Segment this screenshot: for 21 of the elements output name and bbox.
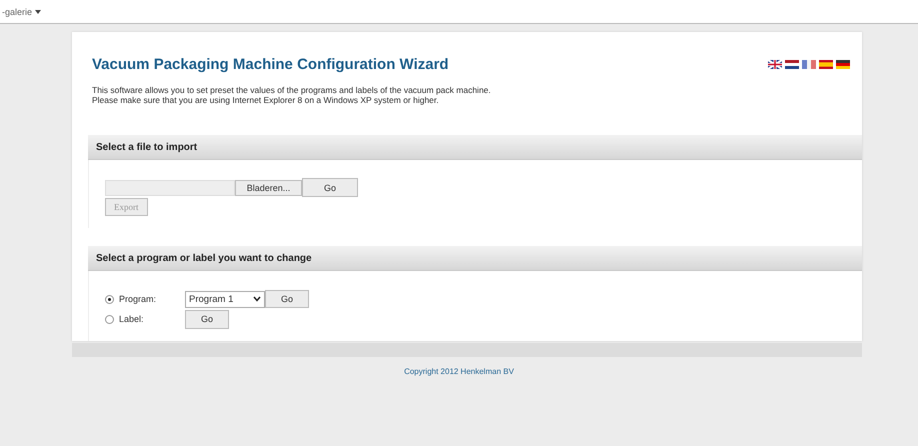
language-flag-icon[interactable] xyxy=(836,60,850,69)
language-flag-icon[interactable] xyxy=(785,60,799,69)
radio-button[interactable] xyxy=(105,314,114,324)
browse-button[interactable]: Bladeren... xyxy=(235,180,302,196)
language-flag-icon[interactable] xyxy=(768,60,782,69)
section-header: Select a file to import xyxy=(88,135,862,160)
radio-button[interactable] xyxy=(105,294,114,304)
option-label: Program: xyxy=(119,294,158,304)
option-label: Label: xyxy=(119,314,145,324)
gallery-menu[interactable]: -galerie xyxy=(2,6,42,16)
copyright-text: Copyright 2012 Henkelman BV xyxy=(404,367,514,376)
file-path-field[interactable] xyxy=(105,180,235,196)
section-header: Select a program or label you want to change xyxy=(88,246,862,271)
intro-text: This software allows you to set preset the values of the programs and labels of the vacuum pack machine. Please make sure that you are using Internet Explorer 8 on a Windows XP system or higher. xyxy=(91,84,492,107)
go-button[interactable]: Go xyxy=(185,310,229,328)
go-button[interactable]: Go xyxy=(302,178,358,197)
chevron-down-icon xyxy=(253,296,261,302)
page-title: Vacuum Packaging Machine Configuration Wizard xyxy=(92,56,449,73)
program-dropdown[interactable]: Program 1 xyxy=(185,290,265,308)
go-button[interactable]: Go xyxy=(265,290,309,308)
caret-icon xyxy=(35,10,42,14)
